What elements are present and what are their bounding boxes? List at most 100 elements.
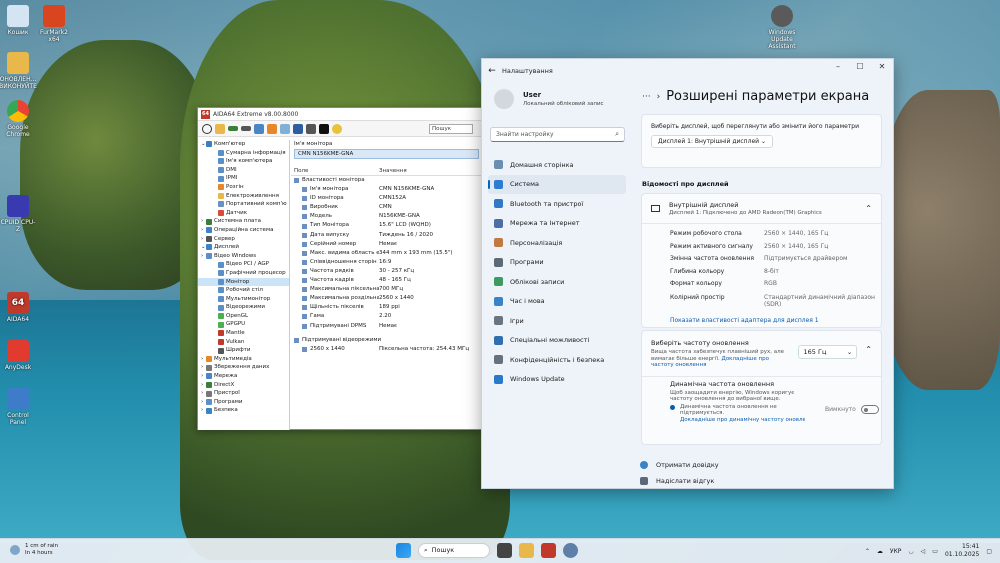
nav-item[interactable]: Час і мова xyxy=(488,292,626,312)
refresh-rate-dropdown[interactable]: 165 Гц ⌄ xyxy=(797,345,858,359)
sensor-icon[interactable] xyxy=(332,123,342,134)
notifications-icon[interactable]: ▢ xyxy=(986,548,992,555)
desktop-icon-update-assistant[interactable]: Windows Update Assistant xyxy=(762,5,802,50)
tree-item[interactable]: Шрифти xyxy=(198,346,289,355)
nav-item[interactable]: Windows Update xyxy=(488,370,626,390)
settings-taskbar-icon[interactable] xyxy=(563,543,578,558)
minimize-icon[interactable]: – xyxy=(827,59,849,75)
nav-item[interactable]: Система xyxy=(488,174,626,194)
start-icon[interactable] xyxy=(396,543,411,558)
property-row[interactable]: Дата випуску Тиждень 16 / 2020 xyxy=(291,231,482,240)
tree-item[interactable]: Електроживлення xyxy=(198,192,289,201)
tree-item[interactable]: › Збереження даних xyxy=(198,363,289,372)
tree-item[interactable]: ⌄ Комп'ютер xyxy=(198,140,289,149)
nav-item[interactable]: Конфіденційність і безпека xyxy=(488,350,626,370)
battery-icon[interactable]: ▭ xyxy=(932,548,938,555)
maximize-icon[interactable]: ☐ xyxy=(849,59,871,75)
breadcrumb-more[interactable]: ··· xyxy=(642,92,651,102)
display-dropdown[interactable]: Дисплей 1: Внутрішній дисплей ⌄ xyxy=(651,135,773,148)
tree-item[interactable]: Відеорежими xyxy=(198,303,289,312)
network-icon[interactable] xyxy=(306,123,316,134)
tree-item[interactable]: Портативний комп'ю xyxy=(198,200,289,209)
user-icon[interactable] xyxy=(293,123,303,134)
nav-item[interactable]: Персоналізація xyxy=(488,233,626,253)
property-row[interactable]: Співвідношення сторін 16:9 xyxy=(291,258,482,267)
tree-item[interactable]: › Операційна система xyxy=(198,226,289,235)
memory-icon[interactable] xyxy=(241,126,251,131)
nav-item[interactable]: Облікові записи xyxy=(488,272,626,292)
desktop-icon-chrome[interactable]: Google Chrome xyxy=(0,100,36,138)
tree-item[interactable]: Сумарна інформація xyxy=(198,149,289,158)
col-field[interactable]: Поле xyxy=(291,167,379,175)
tree-item[interactable]: › Програми xyxy=(198,398,289,407)
tree-item[interactable]: › Мережа xyxy=(198,372,289,381)
nav-item[interactable]: Мережа та Інтернет xyxy=(488,214,626,234)
tree-item[interactable]: Vulkan xyxy=(198,338,289,347)
tree-item[interactable]: Мультимонітор xyxy=(198,295,289,304)
tree-item[interactable]: › Мультимедіа xyxy=(198,355,289,364)
tree-item[interactable]: DMI xyxy=(198,166,289,175)
adapter-properties-link[interactable]: Показати властивості адаптера для диспле… xyxy=(642,317,881,324)
aida64-titlebar[interactable]: 64 AIDA64 Extreme v8.00.8000 xyxy=(198,108,481,121)
file-explorer-icon[interactable] xyxy=(519,543,534,558)
dynamic-more-link[interactable]: Докладніше про динамічну частоту оновлен… xyxy=(680,417,805,424)
nav-item[interactable]: Спеціальні можливості xyxy=(488,331,626,351)
desktop-icon-anydesk[interactable]: AnyDesk xyxy=(0,340,36,371)
nav-item[interactable]: Домашня сторінка xyxy=(488,155,626,175)
tree-item[interactable]: › Пристрої xyxy=(198,389,289,398)
tree-item[interactable]: Відео PCI / AGP xyxy=(198,260,289,269)
tree-item[interactable]: Ім'я комп'ютера xyxy=(198,157,289,166)
property-row[interactable]: ID монітора CMN152A xyxy=(291,194,482,203)
aida64-search-input[interactable]: Пошук xyxy=(429,123,473,134)
property-row[interactable]: Підтримувані DPMS Немає xyxy=(291,322,482,331)
tree-item[interactable]: ⌄ Дисплей xyxy=(198,243,289,252)
desktop-icon-aida64[interactable]: 64 AIDA64 xyxy=(0,292,36,323)
desktop-icon-recycle-bin[interactable]: Кошик xyxy=(0,5,36,36)
back-arrow-icon[interactable]: ← xyxy=(482,66,502,76)
user-card[interactable]: User Локальний обліковий запис xyxy=(494,89,604,109)
clock[interactable]: 15:41 01.10.2025 xyxy=(945,543,979,559)
motherboard-icon[interactable] xyxy=(228,126,238,131)
tree-item[interactable]: › DirectX xyxy=(198,381,289,390)
desktop-icon-cpuz[interactable]: CPUID CPU-Z xyxy=(0,195,36,233)
tree-item[interactable]: › Відео Windows xyxy=(198,252,289,261)
tree-item[interactable]: › Безпека xyxy=(198,406,289,415)
chevron-up-icon[interactable]: ⌃ xyxy=(865,345,872,376)
report-icon[interactable] xyxy=(215,123,225,134)
settings-search-input[interactable]: Знайти настройку ⌕ xyxy=(490,127,625,142)
feedback-link[interactable]: Надіслати відгук xyxy=(640,477,714,485)
volume-icon[interactable]: ◁ xyxy=(921,548,926,555)
osd-icon[interactable] xyxy=(319,123,329,134)
wifi-icon[interactable]: ◡ xyxy=(908,548,913,555)
tree-item[interactable]: Mantle xyxy=(198,329,289,338)
col-value[interactable]: Значення xyxy=(379,167,407,175)
language-indicator[interactable]: УКР xyxy=(890,548,902,555)
tree-item[interactable]: Монітор xyxy=(198,277,289,287)
tree-item[interactable]: Розгін xyxy=(198,183,289,192)
property-row[interactable]: Тип Монітора 15.6" LCD (WQHD) xyxy=(291,221,482,230)
tree-item[interactable]: GPGPU xyxy=(198,320,289,329)
refresh-icon[interactable] xyxy=(202,123,212,134)
weather-widget[interactable]: 1 cm of rain In 4 hours xyxy=(10,543,58,557)
property-row[interactable]: Максимальна піксельна ча...700 МГц xyxy=(291,285,482,294)
internal-display-header[interactable]: Внутрішній дисплей Дисплей 1: Підключено… xyxy=(642,194,881,224)
desktop-icon-folder[interactable]: ОНОВЛЕН... ВИКОНУЙТЕ xyxy=(0,52,37,90)
device-list-item[interactable]: CMN N156KME-GNA xyxy=(294,149,479,159)
tree-item[interactable]: Графічний процесор xyxy=(198,269,289,278)
benchmark-icon[interactable] xyxy=(267,123,277,134)
desktop-icon-furmark[interactable]: FurMark2 x64 xyxy=(36,5,72,43)
property-row[interactable]: Частота кадрів 48 - 165 Гц xyxy=(291,276,482,285)
property-row[interactable]: Частота рядків 30 - 257 кГц xyxy=(291,267,482,276)
tree-item[interactable]: OpenGL xyxy=(198,312,289,321)
property-row[interactable]: Модель N156KME-GNA xyxy=(291,212,482,221)
nav-item[interactable]: Bluetooth та пристрої xyxy=(488,194,626,214)
aida64-taskbar-icon[interactable] xyxy=(541,543,556,558)
help-link[interactable]: Отримати довідку xyxy=(640,461,719,469)
cloud-icon[interactable]: ☁ xyxy=(877,548,883,555)
nav-item[interactable]: Програми xyxy=(488,253,626,273)
tools-icon[interactable] xyxy=(280,123,290,134)
property-row[interactable]: Виробник CMN xyxy=(291,203,482,212)
task-view-icon[interactable] xyxy=(497,543,512,558)
taskbar-search[interactable]: ⌕ Пошук xyxy=(418,543,490,558)
dynamic-refresh-toggle[interactable]: Вимкнуто xyxy=(825,405,879,423)
